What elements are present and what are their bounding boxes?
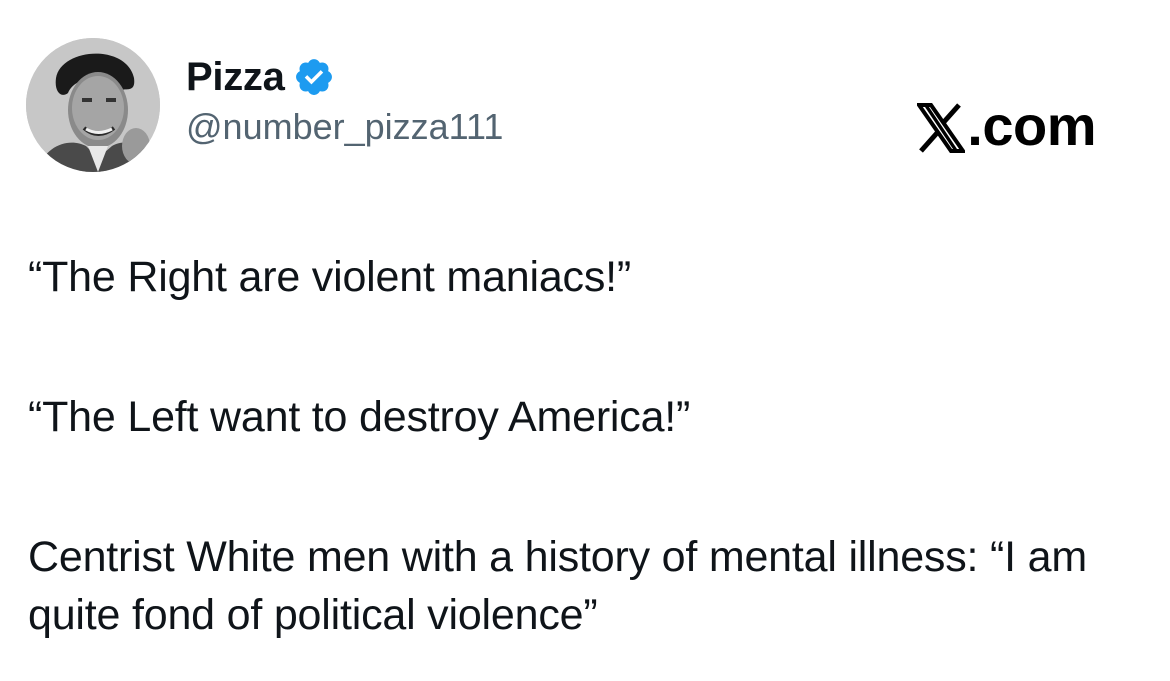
tweet-card: Pizza @number_pizza111 .com “The Right a… — [0, 0, 1170, 681]
brand-text: .com — [967, 94, 1096, 157]
brand-watermark: .com — [915, 90, 1096, 162]
name-row: Pizza — [186, 52, 503, 102]
avatar-image — [26, 38, 160, 172]
tweet-paragraph: “The Left want to destroy America!” — [28, 393, 691, 441]
user-handle[interactable]: @number_pizza111 — [186, 104, 503, 150]
user-info: Pizza @number_pizza111 — [186, 52, 503, 150]
tweet-paragraph: “The Right are violent maniacs!” — [28, 253, 632, 301]
avatar[interactable] — [26, 38, 160, 172]
x-logo-icon — [915, 101, 968, 153]
verified-badge-icon — [293, 56, 335, 98]
display-name[interactable]: Pizza — [186, 52, 285, 102]
tweet-paragraph: Centrist White men with a history of men… — [28, 533, 1087, 639]
tweet-header: Pizza @number_pizza111 .com — [26, 38, 1146, 178]
tweet-text: “The Right are violent maniacs!” “The Le… — [28, 248, 1138, 644]
